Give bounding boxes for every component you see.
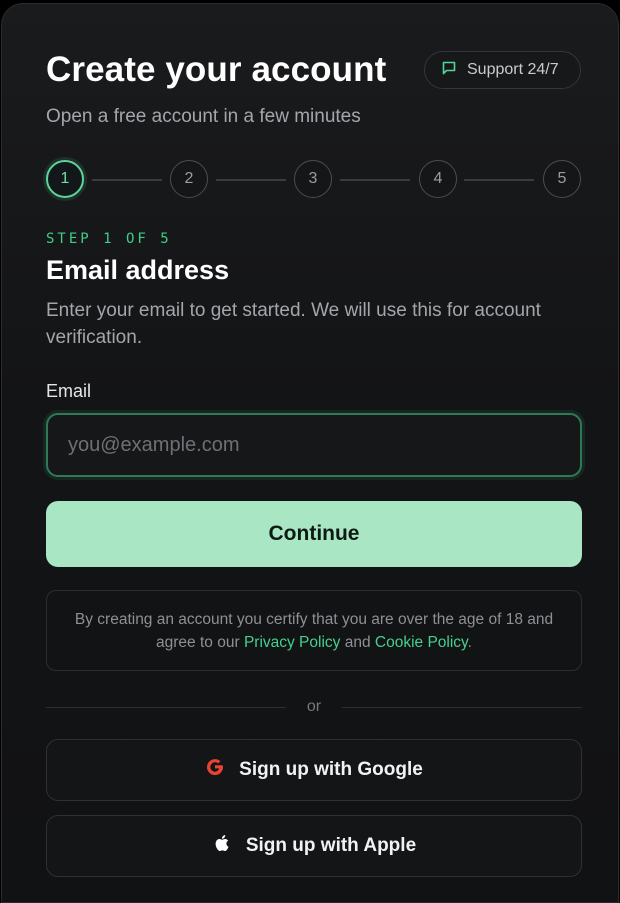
or-divider: or: [46, 698, 582, 718]
privacy-policy-link[interactable]: Privacy Policy: [244, 634, 340, 651]
google-icon: [205, 757, 225, 783]
support-label: Support 24/7: [467, 61, 559, 78]
google-signup-label: Sign up with Google: [239, 759, 423, 780]
support-button[interactable]: Support 24/7: [424, 51, 581, 89]
step-counter: STEP 1 OF 5: [46, 231, 172, 247]
terms-text-after: .: [467, 633, 472, 651]
terms-notice: By creating an account you certify that …: [46, 590, 582, 671]
step-1: 1: [46, 160, 84, 198]
step-connector: [216, 179, 286, 181]
step-2: 2: [170, 160, 208, 198]
email-field-wrapper: [46, 413, 582, 477]
terms-text: By creating an account you certify that …: [69, 608, 559, 654]
stepper: 1 2 3 4 5: [46, 160, 582, 200]
continue-button[interactable]: Continue: [46, 501, 582, 567]
chat-bubble-icon: [441, 60, 457, 81]
email-field[interactable]: [48, 415, 580, 475]
cookie-policy-link[interactable]: Cookie Policy: [375, 634, 468, 651]
step-connector: [92, 179, 162, 181]
email-label: Email: [46, 381, 92, 401]
apple-icon: [212, 833, 232, 859]
signup-card: Create your account Open a free account …: [1, 3, 619, 903]
apple-signup-label: Sign up with Apple: [245, 835, 417, 856]
step-5: 5: [543, 160, 581, 198]
section-title: Email address: [46, 255, 230, 285]
step-3: 3: [294, 160, 332, 198]
page-title: Create your account: [46, 50, 387, 89]
step-connector: [464, 179, 534, 181]
section-description: Enter your email to get started. We will…: [46, 300, 541, 348]
google-signup-button[interactable]: Sign up with Google: [46, 739, 582, 801]
step-connector: [340, 179, 410, 181]
apple-signup-button[interactable]: Sign up with Apple: [46, 815, 582, 877]
terms-text-middle: and: [340, 633, 375, 651]
step-4: 4: [419, 160, 457, 198]
page-subtitle: Open a free account in a few minutes: [46, 106, 361, 127]
divider-label: or: [306, 698, 322, 715]
